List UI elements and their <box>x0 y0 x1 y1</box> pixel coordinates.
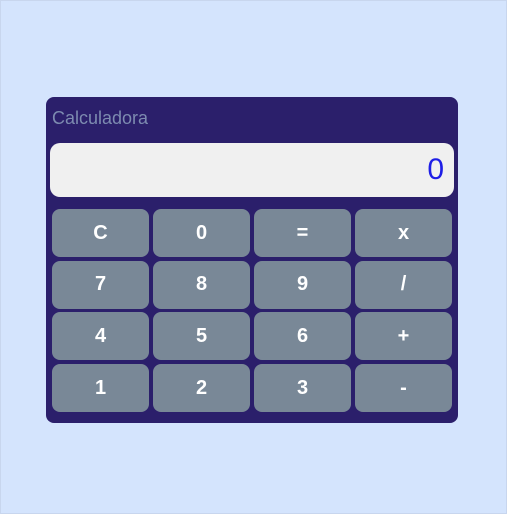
digit-2-button[interactable]: 2 <box>153 364 250 413</box>
subtract-button[interactable]: - <box>355 364 452 413</box>
digit-8-button[interactable]: 8 <box>153 260 250 309</box>
calculator-title: Calculadora <box>52 108 149 128</box>
digit-0-button[interactable]: 0 <box>153 209 250 257</box>
digit-9-button[interactable]: 9 <box>254 260 351 309</box>
keypad: C 0 = x 7 8 9 / 4 5 6 + 1 2 3 - <box>52 209 452 413</box>
calculator-panel: Calculadora 0 C 0 = x 7 8 9 / 4 5 6 + 1 … <box>46 97 458 423</box>
equals-button[interactable]: = <box>254 209 351 257</box>
digit-6-button[interactable]: 6 <box>254 312 351 361</box>
digit-3-button[interactable]: 3 <box>254 364 351 413</box>
digit-4-button[interactable]: 4 <box>52 312 149 361</box>
digit-7-button[interactable]: 7 <box>52 260 149 309</box>
digit-1-button[interactable]: 1 <box>52 364 149 413</box>
calculator-display: 0 <box>50 143 454 197</box>
digit-5-button[interactable]: 5 <box>153 312 250 361</box>
clear-button[interactable]: C <box>52 209 149 257</box>
divide-button[interactable]: / <box>355 260 452 309</box>
add-button[interactable]: + <box>355 312 452 361</box>
multiply-button[interactable]: x <box>355 209 452 257</box>
